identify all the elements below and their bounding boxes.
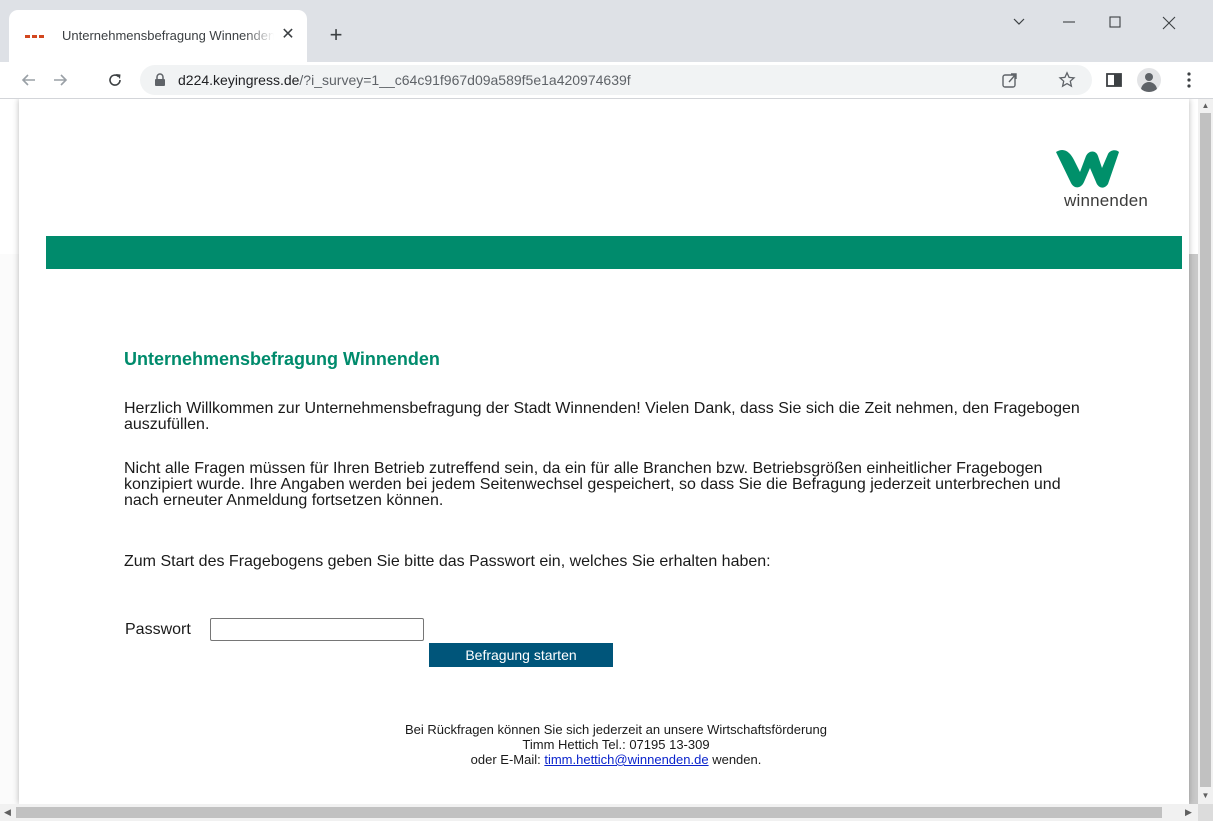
address-bar[interactable]: d224.keyingress.de/?i_survey=1__c64c91f9… — [140, 65, 1092, 95]
page-viewport: winnenden Unternehmensbefragung Winnende… — [0, 99, 1198, 804]
lock-icon[interactable] — [154, 73, 166, 87]
instruction-paragraph: Zum Start des Fragebogens geben Sie bitt… — [124, 553, 771, 570]
winnenden-logo-icon — [1056, 149, 1119, 188]
footer-line-2: Timm Hettich Tel.: 07195 13-309 — [522, 737, 710, 752]
scrollbar-corner — [1198, 804, 1213, 821]
share-icon[interactable] — [1001, 71, 1019, 89]
footer-email-prefix: oder E-Mail: — [470, 752, 541, 767]
horizontal-scroll-thumb[interactable] — [16, 807, 1162, 818]
info-paragraph: Nicht alle Fragen müssen für Ihren Betri… — [124, 460, 1061, 509]
page-title: Unternehmensbefragung Winnenden — [124, 349, 440, 369]
password-label: Passwort — [125, 621, 191, 638]
minimize-icon[interactable] — [1050, 8, 1090, 38]
vertical-scroll-thumb[interactable] — [1200, 113, 1211, 787]
vertical-scrollbar[interactable]: ▲ ▼ — [1198, 99, 1213, 804]
scroll-up-icon[interactable]: ▲ — [1201, 101, 1210, 110]
close-window-icon[interactable] — [1150, 8, 1190, 38]
password-input[interactable] — [210, 618, 424, 641]
scroll-right-icon[interactable]: ▶ — [1185, 807, 1192, 818]
profile-icon[interactable] — [1137, 68, 1161, 92]
favicon-icon — [25, 28, 45, 38]
intro-paragraph: Herzlich Willkommen zur Unternehmensbefr… — [124, 400, 1080, 433]
chevron-down-icon[interactable] — [1000, 8, 1040, 38]
footer-contact: Bei Rückfragen können Sie sich jederzeit… — [294, 722, 938, 767]
url-text[interactable]: d224.keyingress.de/?i_survey=1__c64c91f9… — [178, 72, 631, 88]
main-content: Unternehmensbefragung Winnenden Herzlich… — [124, 349, 1084, 570]
tab-title[interactable]: Unternehmensbefragung Winnenden — [62, 28, 274, 43]
email-link[interactable]: timm.hettich@winnenden.de — [544, 752, 708, 767]
start-survey-button[interactable]: Befragung starten — [429, 643, 613, 667]
maximize-icon[interactable] — [1096, 8, 1136, 38]
reload-icon[interactable] — [103, 68, 127, 92]
new-tab-icon[interactable]: + — [325, 24, 347, 46]
url-path: /?i_survey=1__c64c91f967d09a589f5e1a4209… — [299, 72, 631, 88]
star-icon[interactable] — [1058, 71, 1076, 89]
scroll-left-icon[interactable]: ◀ — [4, 807, 11, 818]
horizontal-scrollbar[interactable]: ◀ ▶ — [0, 804, 1198, 821]
header-band — [46, 236, 1182, 269]
page-container — [19, 99, 1189, 804]
logo-mark — [1056, 149, 1119, 188]
scroll-down-icon[interactable]: ▼ — [1201, 791, 1210, 800]
footer-email-suffix: wenden. — [712, 752, 762, 767]
close-icon[interactable]: ✕ — [279, 26, 297, 44]
back-icon[interactable] — [17, 68, 41, 92]
logo-text: winnenden — [1064, 191, 1149, 210]
browser-toolbar: d224.keyingress.de/?i_survey=1__c64c91f9… — [0, 62, 1213, 98]
footer-line-1: Bei Rückfragen können Sie sich jederzeit… — [405, 722, 827, 737]
forward-icon[interactable] — [48, 68, 72, 92]
side-panel-icon[interactable] — [1102, 68, 1126, 92]
page-margin-left — [0, 254, 21, 804]
url-host: d224.keyingress.de — [178, 72, 300, 88]
footer-line-3: oder E-Mail: timm.hettich@winnenden.de w… — [294, 752, 938, 767]
tab-strip: Unternehmensbefragung Winnenden ✕ + — [0, 0, 1213, 62]
menu-icon[interactable] — [1177, 68, 1201, 92]
